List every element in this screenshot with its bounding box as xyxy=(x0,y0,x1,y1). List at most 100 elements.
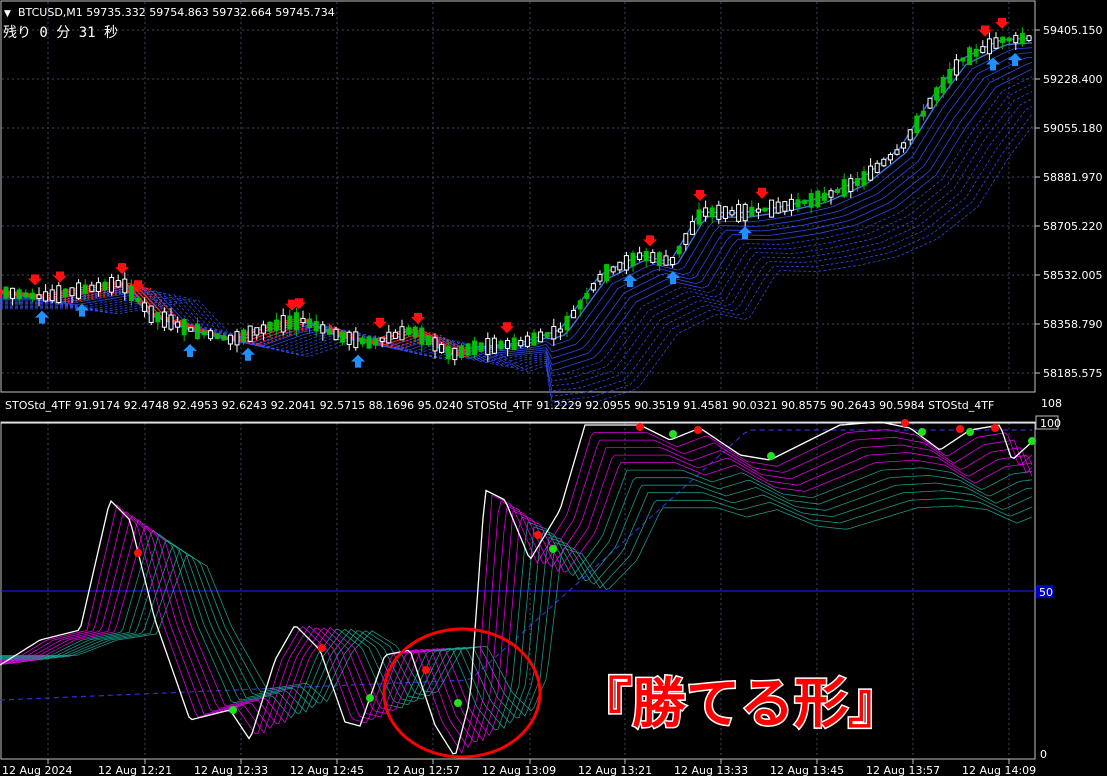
candle-body xyxy=(221,335,227,341)
candle-body xyxy=(175,321,181,328)
candle-body xyxy=(1019,33,1025,45)
candle-body xyxy=(161,311,167,328)
candle-body xyxy=(716,204,722,220)
candle-body xyxy=(412,326,418,338)
candle-body xyxy=(188,327,194,332)
price-label: 58358.790 xyxy=(1043,318,1103,331)
time-label: 12 Aug 13:09 xyxy=(482,764,556,776)
candle-body xyxy=(89,284,95,292)
candle-body xyxy=(300,317,306,323)
candle-body xyxy=(861,171,867,186)
candle-body xyxy=(854,178,860,187)
candle-body xyxy=(445,346,451,359)
buy-dot-icon xyxy=(549,545,557,553)
candle-body xyxy=(122,278,128,294)
candle-body xyxy=(76,282,82,299)
candle-body xyxy=(406,327,412,336)
candle-body xyxy=(511,337,517,351)
candle-body xyxy=(815,190,821,208)
candle-body xyxy=(703,207,709,217)
candle-body xyxy=(808,193,814,208)
candle-body xyxy=(729,210,735,216)
time-label: 12 Aug 12:45 xyxy=(290,764,364,776)
candle-body xyxy=(736,204,742,222)
candle-body xyxy=(267,321,273,332)
candle-body xyxy=(181,319,187,336)
time-label: 12 Aug 12:33 xyxy=(194,764,268,776)
candle-body xyxy=(62,288,68,298)
sell-dot-icon xyxy=(636,423,644,431)
candle-body xyxy=(135,297,141,303)
trading-chart[interactable]: 59405.150 59228.400 59055.180 58881.970 5870… xyxy=(0,0,1107,776)
candle-body xyxy=(881,158,887,167)
candle-body xyxy=(848,178,854,193)
candle-body xyxy=(775,201,781,214)
buy-dot-icon xyxy=(767,452,775,460)
candle-body xyxy=(604,264,610,282)
candle-body xyxy=(993,37,999,49)
candle-body xyxy=(148,305,154,323)
candle-body xyxy=(10,287,16,299)
candle-body xyxy=(168,314,174,330)
candle-body xyxy=(920,110,926,117)
candle-body xyxy=(986,38,992,55)
candle-body xyxy=(643,251,649,261)
candle-body xyxy=(894,149,900,155)
candle-body xyxy=(201,330,207,336)
candle-body xyxy=(313,320,319,332)
candle-body xyxy=(320,324,326,334)
candle-body xyxy=(392,331,398,339)
sell-dot-icon xyxy=(991,424,999,432)
candle-body xyxy=(234,331,240,346)
candle-body xyxy=(947,69,953,84)
candle-body xyxy=(43,291,49,302)
candle-body xyxy=(828,190,834,198)
time-label: 12 Aug 13:21 xyxy=(578,764,652,776)
indicator-axis-108: 108 xyxy=(1041,397,1062,410)
time-label: 12 Aug 13:57 xyxy=(866,764,940,776)
buy-dot-icon xyxy=(918,428,926,436)
symbol-dropdown-icon[interactable]: ▼ xyxy=(4,9,11,19)
candle-body xyxy=(115,280,121,288)
candle-body xyxy=(254,327,260,336)
candle-body xyxy=(887,154,893,161)
candle-body xyxy=(518,340,524,347)
annotation-winning-shape: 『勝てる形』 xyxy=(578,672,902,735)
candle-body xyxy=(340,331,346,343)
candle-body xyxy=(696,209,702,225)
candle-body xyxy=(307,318,313,328)
sell-dot-icon xyxy=(901,419,909,427)
candle-body xyxy=(901,142,907,149)
candle-body xyxy=(637,252,643,260)
candle-body xyxy=(109,277,115,293)
candle-body xyxy=(590,283,596,291)
sell-dot-icon xyxy=(534,531,542,539)
buy-dot-icon xyxy=(366,694,374,702)
candle-body xyxy=(630,252,636,267)
indicator-axis-50: 50 xyxy=(1039,586,1053,599)
candle-body xyxy=(868,165,874,181)
candle-body xyxy=(353,331,359,349)
candle-body xyxy=(782,201,788,212)
candle-body xyxy=(472,340,478,355)
candle-body xyxy=(1006,37,1012,42)
candle-body xyxy=(241,329,247,343)
candle-body xyxy=(973,48,979,57)
candle-body xyxy=(531,332,537,346)
candle-body xyxy=(379,337,385,342)
candle-body xyxy=(722,206,728,219)
candle-body xyxy=(650,252,656,263)
candle-body xyxy=(914,115,920,133)
candle-body xyxy=(835,189,841,193)
candle-body xyxy=(670,257,676,265)
candle-body xyxy=(3,286,9,299)
candle-body xyxy=(56,285,62,304)
candle-body xyxy=(458,345,464,358)
price-label: 58532.005 xyxy=(1043,269,1103,282)
candle-body xyxy=(95,282,101,293)
indicator-label: STOStd_4TF 91.9174 92.4748 92.4953 92.62… xyxy=(5,399,994,412)
candle-body xyxy=(571,309,577,319)
candle-body xyxy=(1000,36,1006,43)
candle-body xyxy=(366,336,372,349)
candle-body xyxy=(557,328,563,333)
